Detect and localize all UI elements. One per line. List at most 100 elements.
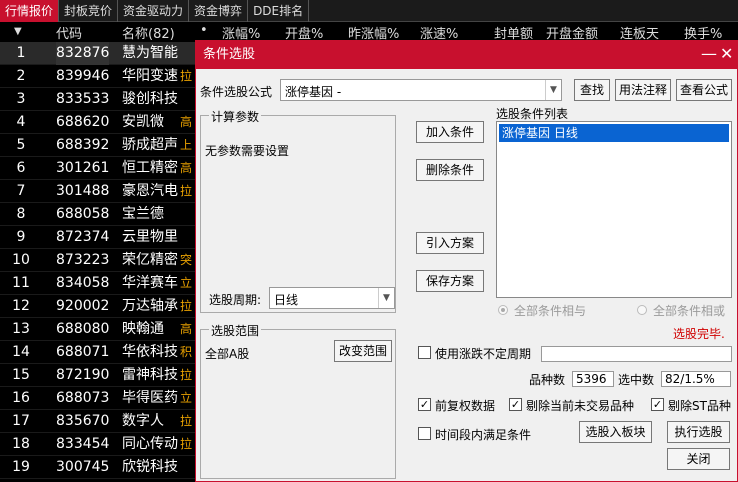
table-row[interactable]: 5 688392 骄成超声上 [0,134,200,157]
table-row[interactable]: 2 839946 华阳变速拉 [0,65,200,88]
exclude-untraded-checkbox[interactable]: ✓ [509,398,522,411]
period-input[interactable] [541,346,732,362]
stock-code: 688058 [56,206,110,222]
period-select[interactable]: 日线 ▼ [269,287,395,309]
find-button[interactable]: 查找 [574,79,610,101]
radio-and[interactable] [498,305,508,315]
row-index: 15 [12,367,30,383]
stock-name: 华洋赛车 [122,275,178,291]
execute-button[interactable]: 执行选股 [667,421,730,443]
condition-listbox[interactable]: 涨停基因 日线 [496,121,732,298]
stock-name: 云里物里 [122,229,178,245]
row-index: 16 [12,390,30,406]
stock-name: 毕得医药 [122,390,178,406]
row-index: 12 [12,298,30,314]
table-row[interactable]: 7 301488 豪恩汽电拉 [0,180,200,203]
usage-notes-button[interactable]: 用法注释 [615,79,671,101]
app-window: 行情报价 封板竞价 资金驱动力 资金博弈 DDE排名 ▼ 代码 名称(82) •… [0,0,738,482]
table-row[interactable]: 16 688073 毕得医药立 [0,387,200,410]
stock-tag: 拉 [180,69,193,83]
radio-and-label: 全部条件相与 [514,304,587,318]
table-row[interactable]: 6 301261 恒工精密高 [0,157,200,180]
stock-list: 1 832876 慧为智能 2 839946 华阳变速拉 3 833533 骏创科技 4 68862… [0,42,200,479]
table-row[interactable]: 17 835670 数字人 拉 [0,410,200,433]
table-row[interactable]: 15 872190 雷神科技拉 [0,364,200,387]
stock-code: 834058 [56,275,110,291]
stock-name: 荣亿精密 [122,252,178,268]
table-row[interactable]: 4 688620 安凯微 高 [0,111,200,134]
count-label: 品种数 [529,373,566,387]
close-icon[interactable]: ✕ [720,41,733,69]
close-button[interactable]: 关闭 [667,448,730,470]
stock-code: 688080 [56,321,110,337]
time-range-checkbox[interactable] [418,427,431,440]
view-formula-button[interactable]: 查看公式 [676,79,732,101]
tab-capital-game[interactable]: 资金博弈 [189,0,249,22]
radio-or[interactable] [637,305,647,315]
tab-dde-rank[interactable]: DDE排名 [248,0,310,22]
stock-name: 雷神科技 [122,367,178,383]
row-index: 14 [12,344,30,360]
stock-tag: 立 [180,391,193,405]
table-row[interactable]: 10 873223 荣亿精密突 [0,249,200,272]
status-text: 选股完毕. [673,327,725,341]
range-title: 选股范围 [209,322,262,339]
table-row[interactable]: 13 688080 映翰通 高 [0,318,200,341]
period-label: 选股周期: [209,293,262,307]
table-row[interactable]: 14 688071 华依科技积 [0,341,200,364]
minimize-icon[interactable]: — [701,41,717,69]
adjusted-data-checkbox[interactable]: ✓ [418,398,431,411]
stock-name: 同心传动 [122,436,178,452]
row-index: 9 [16,229,26,245]
delete-condition-button[interactable]: 删除条件 [416,159,484,181]
stock-name: 慧为智能 [122,45,178,61]
stock-code: 688392 [56,137,110,153]
table-row[interactable]: 8 688058 宝兰德 [0,203,200,226]
stock-name: 欣锐科技 [122,459,178,475]
selected-label: 选中数 [618,373,655,387]
exclude-st-label: 剔除ST品种 [668,399,731,413]
period-value: 日线 [274,293,299,307]
chevron-down-icon[interactable]: ▼ [545,80,561,100]
table-row[interactable]: 11 834058 华洋赛车立 [0,272,200,295]
sort-down-icon[interactable]: ▼ [14,26,22,37]
row-index: 18 [12,436,30,452]
table-row[interactable]: 1 832876 慧为智能 [0,42,200,65]
exclude-st-checkbox[interactable]: ✓ [651,398,664,411]
stock-screener-dialog: 条件选股 — ✕ 条件选股公式 涨停基因 - ▼ 查找 用法注释 查看公式 计算… [195,40,738,482]
stock-tag: 拉 [180,299,193,313]
condition-list-item[interactable]: 涨停基因 日线 [499,124,729,142]
table-row[interactable]: 9 872374 云里物里 [0,226,200,249]
change-range-button[interactable]: 改变范围 [334,340,392,362]
stock-code: 301261 [56,160,110,176]
stock-tag: 高 [180,115,193,129]
row-index: 4 [16,114,26,130]
header-code[interactable]: 代码 [56,23,82,42]
tab-auction[interactable]: 封板竞价 [59,0,119,22]
table-row[interactable]: 18 833454 同心传动拉 [0,433,200,456]
table-row[interactable]: 19 300745 欣锐科技 [0,456,200,479]
tab-capital-drive[interactable]: 资金驱动力 [118,0,190,22]
formula-select[interactable]: 涨停基因 - ▼ [280,79,562,101]
import-scheme-button[interactable]: 引入方案 [416,232,484,254]
formula-value: 涨停基因 - [285,85,342,99]
stock-name: 恒工精密 [122,160,178,176]
save-scheme-button[interactable]: 保存方案 [416,270,484,292]
chevron-down-icon[interactable]: ▼ [378,288,394,308]
row-index: 13 [12,321,30,337]
tab-quotes[interactable]: 行情报价 [0,0,60,22]
use-period-checkbox[interactable] [418,346,431,359]
header-name[interactable]: 名称(82) [122,23,175,42]
add-condition-button[interactable]: 加入条件 [416,121,484,143]
row-index: 11 [12,275,30,291]
radio-or-label: 全部条件相或 [653,304,726,318]
row-index: 1 [16,45,26,61]
table-row[interactable]: 3 833533 骏创科技 [0,88,200,111]
table-row[interactable]: 12 920002 万达轴承拉 [0,295,200,318]
to-sector-button[interactable]: 选股入板块 [579,421,652,443]
stock-tag: 拉 [180,368,193,382]
stock-name: 宝兰德 [122,206,164,222]
row-index: 19 [12,459,30,475]
stock-code: 832876 [56,42,110,65]
stock-name: 万达轴承 [122,298,178,314]
